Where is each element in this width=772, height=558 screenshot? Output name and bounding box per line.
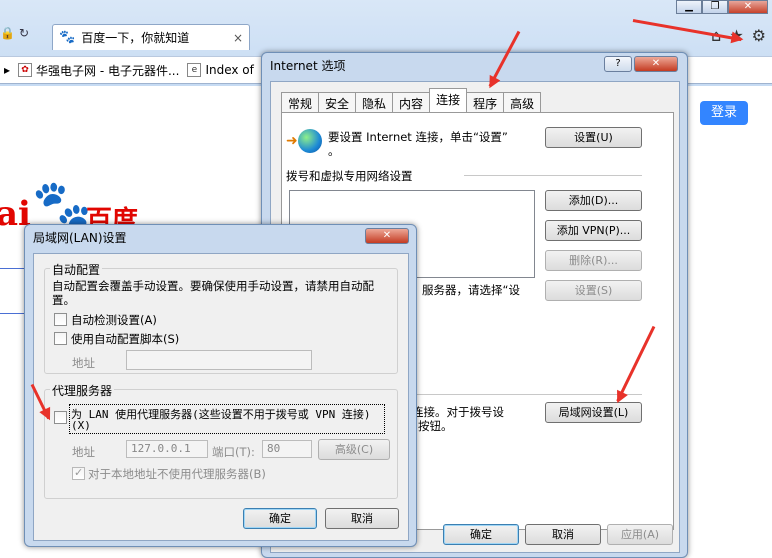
baidu-paw-icon: 🐾 (59, 30, 76, 45)
use-proxy-label: 为 LAN 使用代理服务器(这些设置不用于拨号或 VPN 连接) (71, 408, 371, 421)
lan-settings-button[interactable]: 局域网设置(L) (545, 402, 642, 423)
auto-script-label: 使用自动配置脚本(S) (71, 332, 180, 346)
refresh-icon[interactable]: ↻ (19, 26, 29, 40)
cancel-button[interactable]: 取消 (525, 524, 601, 545)
use-proxy-checkbox[interactable] (54, 411, 67, 424)
section-divider (406, 394, 642, 395)
lan-cancel-button[interactable]: 取消 (325, 508, 399, 529)
setup-arrow-icon: ➜ (286, 133, 298, 149)
address-bar-tools: 🔒 ↻ (0, 26, 29, 40)
site-favicon-icon: ✿ (18, 63, 33, 77)
lan-settings-titlebar[interactable]: 局域网(LAN)设置 (25, 225, 416, 247)
section-divider (464, 175, 642, 176)
auto-config-group-label: 自动配置 (50, 261, 103, 278)
advanced-proxy-button[interactable]: 高级(C) (318, 439, 390, 460)
favorite-label: 华强电子网 - 电子元器件... (36, 63, 180, 78)
tab-security[interactable]: 安全 (318, 92, 357, 112)
login-button[interactable]: 登录 (700, 101, 748, 125)
proxy-address-label: 地址 (72, 445, 95, 459)
add-connection-button[interactable]: 添加(D)... (545, 190, 642, 211)
favorite-label: Index of (205, 63, 254, 77)
auto-detect-checkbox[interactable] (54, 313, 67, 326)
tab-strip: 常规 安全 隐私 内容 连接 程序 高级 (281, 88, 542, 112)
add-vpn-button[interactable]: 添加 VPN(P)... (545, 220, 642, 241)
lock-icon[interactable]: 🔒 (0, 26, 15, 40)
favorites-arrow-icon[interactable]: ▸ (4, 63, 10, 77)
maximize-button[interactable]: ❐ (702, 0, 728, 14)
dialog-title: 局域网(LAN)设置 (33, 231, 127, 245)
lan-description-end: ”按钮。 (412, 419, 453, 433)
apply-button[interactable]: 应用(A) (607, 524, 673, 545)
lan-settings-body: 自动配置 自动配置会覆盖手动设置。要确保使用手动设置，请禁用自动配 置。 自动检… (33, 253, 409, 541)
close-window-button[interactable]: ✕ (728, 0, 768, 14)
tab-programs[interactable]: 程序 (466, 92, 505, 112)
script-address-label: 地址 (72, 356, 95, 370)
tab-title: 百度一下，你就知道 (81, 31, 190, 45)
proxy-address-field[interactable]: 127.0.0.1 (126, 440, 208, 458)
tools-gear-icon[interactable]: ⚙ (752, 26, 766, 45)
setup-description: 要设置 Internet 连接，单击“设置” (328, 130, 508, 144)
network-globe-icon (298, 129, 322, 153)
dialup-section-header: 拨号和虚拟专用网络设置 (286, 169, 413, 183)
proxy-server-group-label: 代理服务器 (50, 382, 115, 399)
tab-content[interactable]: 内容 (392, 92, 431, 112)
auto-script-checkbox[interactable] (54, 332, 67, 345)
tab-general[interactable]: 常规 (281, 92, 320, 112)
dialog-title: Internet 选项 (270, 59, 346, 73)
bypass-local-label: 对于本地地址不使用代理服务器(B) (88, 467, 266, 481)
tab-connections[interactable]: 连接 (429, 88, 468, 112)
tab-advanced[interactable]: 高级 (503, 92, 542, 112)
help-button[interactable]: ? (604, 56, 632, 72)
browser-tab[interactable]: 🐾 百度一下，你就知道 × (52, 24, 250, 50)
setup-description-end: 。 (328, 144, 340, 158)
port-field[interactable]: 80 (262, 440, 312, 458)
connection-settings-button[interactable]: 设置(S) (545, 280, 642, 301)
ok-button[interactable]: 确定 (443, 524, 519, 545)
auto-config-description-end: 置。 (52, 293, 75, 307)
setup-button[interactable]: 设置(U) (545, 127, 642, 148)
tab-close-icon[interactable]: × (233, 31, 243, 45)
lan-ok-button[interactable]: 确定 (243, 508, 317, 529)
tab-privacy[interactable]: 隐私 (355, 92, 394, 112)
port-label: 端口(T): (212, 445, 255, 459)
favorite-item[interactable]: ✿ 华强电子网 - 电子元器件... (18, 62, 179, 79)
close-dialog-button[interactable]: ✕ (365, 228, 409, 244)
remove-connection-button[interactable]: 删除(R)... (545, 250, 642, 271)
proxy-hint-text: 服务器，请选择“设 (422, 283, 520, 297)
page-favicon-icon: e (187, 63, 202, 77)
auto-config-description: 自动配置会覆盖手动设置。要确保使用手动设置，请禁用自动配 (52, 279, 374, 293)
bypass-local-checkbox[interactable] (72, 466, 85, 480)
lan-settings-dialog: 局域网(LAN)设置 ✕ 自动配置 自动配置会覆盖手动设置。要确保使用手动设置，… (24, 224, 417, 547)
favorite-item[interactable]: e Index of (187, 63, 254, 77)
window-controls: ▁ ❐ ✕ (676, 0, 768, 14)
use-proxy-label-accesskey: (X) (71, 419, 91, 432)
script-address-field[interactable] (126, 350, 312, 370)
auto-detect-label: 自动检测设置(A) (71, 313, 157, 327)
close-dialog-button[interactable]: ✕ (634, 56, 678, 72)
minimize-button[interactable]: ▁ (676, 0, 702, 14)
